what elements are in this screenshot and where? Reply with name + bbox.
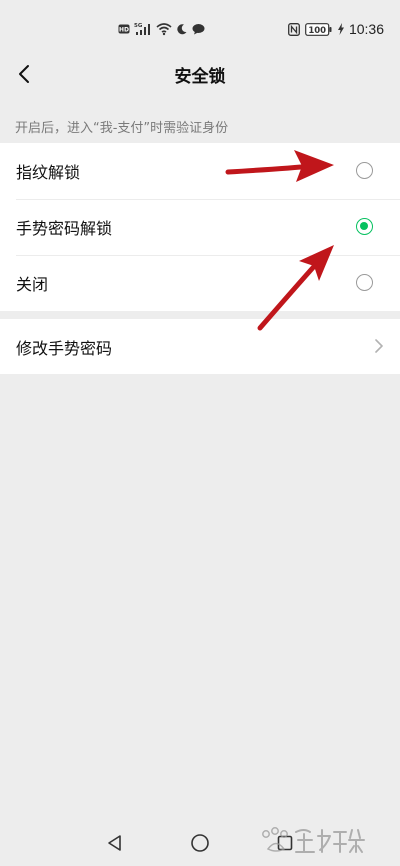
signal-icon: 5G — [134, 23, 150, 35]
nav-bar: 安全锁 — [0, 48, 400, 100]
svg-text:HD: HD — [119, 27, 129, 34]
chevron-right-icon — [375, 339, 383, 353]
unlock-options: 指纹解锁 手势密码解锁 关闭 — [0, 143, 400, 311]
system-home-button[interactable] — [189, 832, 211, 854]
option-gesture-password-unlock[interactable]: 手势密码解锁 — [0, 199, 400, 255]
radio-checked-icon[interactable] — [356, 218, 373, 235]
option-off[interactable]: 关闭 — [0, 255, 400, 311]
status-indicators: HD 5G — [118, 20, 205, 38]
charging-bolt-icon — [337, 23, 344, 35]
system-back-button[interactable] — [104, 832, 126, 854]
modify-gesture-password-row[interactable]: 修改手势密码 — [0, 319, 400, 374]
triangle-back-icon — [108, 835, 121, 851]
status-time: 10:36 — [348, 21, 384, 37]
modify-gesture-password-label: 修改手势密码 — [16, 338, 113, 358]
nfc-icon — [288, 22, 300, 36]
battery-icon: 100 — [305, 22, 332, 36]
svg-text:5G: 5G — [134, 23, 143, 29]
radio-unchecked-icon[interactable] — [356, 274, 373, 291]
option-label: 关闭 — [16, 275, 49, 294]
moon-icon — [177, 24, 187, 35]
status-bar: HD 5G 100 10:36 — [0, 0, 400, 48]
status-right: 100 10:36 — [288, 20, 384, 38]
circle-home-icon — [191, 834, 209, 852]
radio-unchecked-icon[interactable] — [356, 162, 373, 179]
hd-badge-icon: HD — [118, 24, 130, 34]
option-label: 手势密码解锁 — [16, 219, 113, 238]
chat-bubble-icon — [192, 24, 205, 35]
section-hint: 开启后，进入“我-支付”时需验证身份 — [15, 121, 229, 136]
baidu-jingyan-watermark-icon — [262, 827, 365, 853]
option-fingerprint-unlock[interactable]: 指纹解锁 — [0, 143, 400, 199]
svg-text:100: 100 — [308, 25, 326, 35]
option-label: 指纹解锁 — [16, 163, 81, 182]
wifi-icon — [156, 23, 172, 36]
page-title: 安全锁 — [174, 67, 226, 87]
